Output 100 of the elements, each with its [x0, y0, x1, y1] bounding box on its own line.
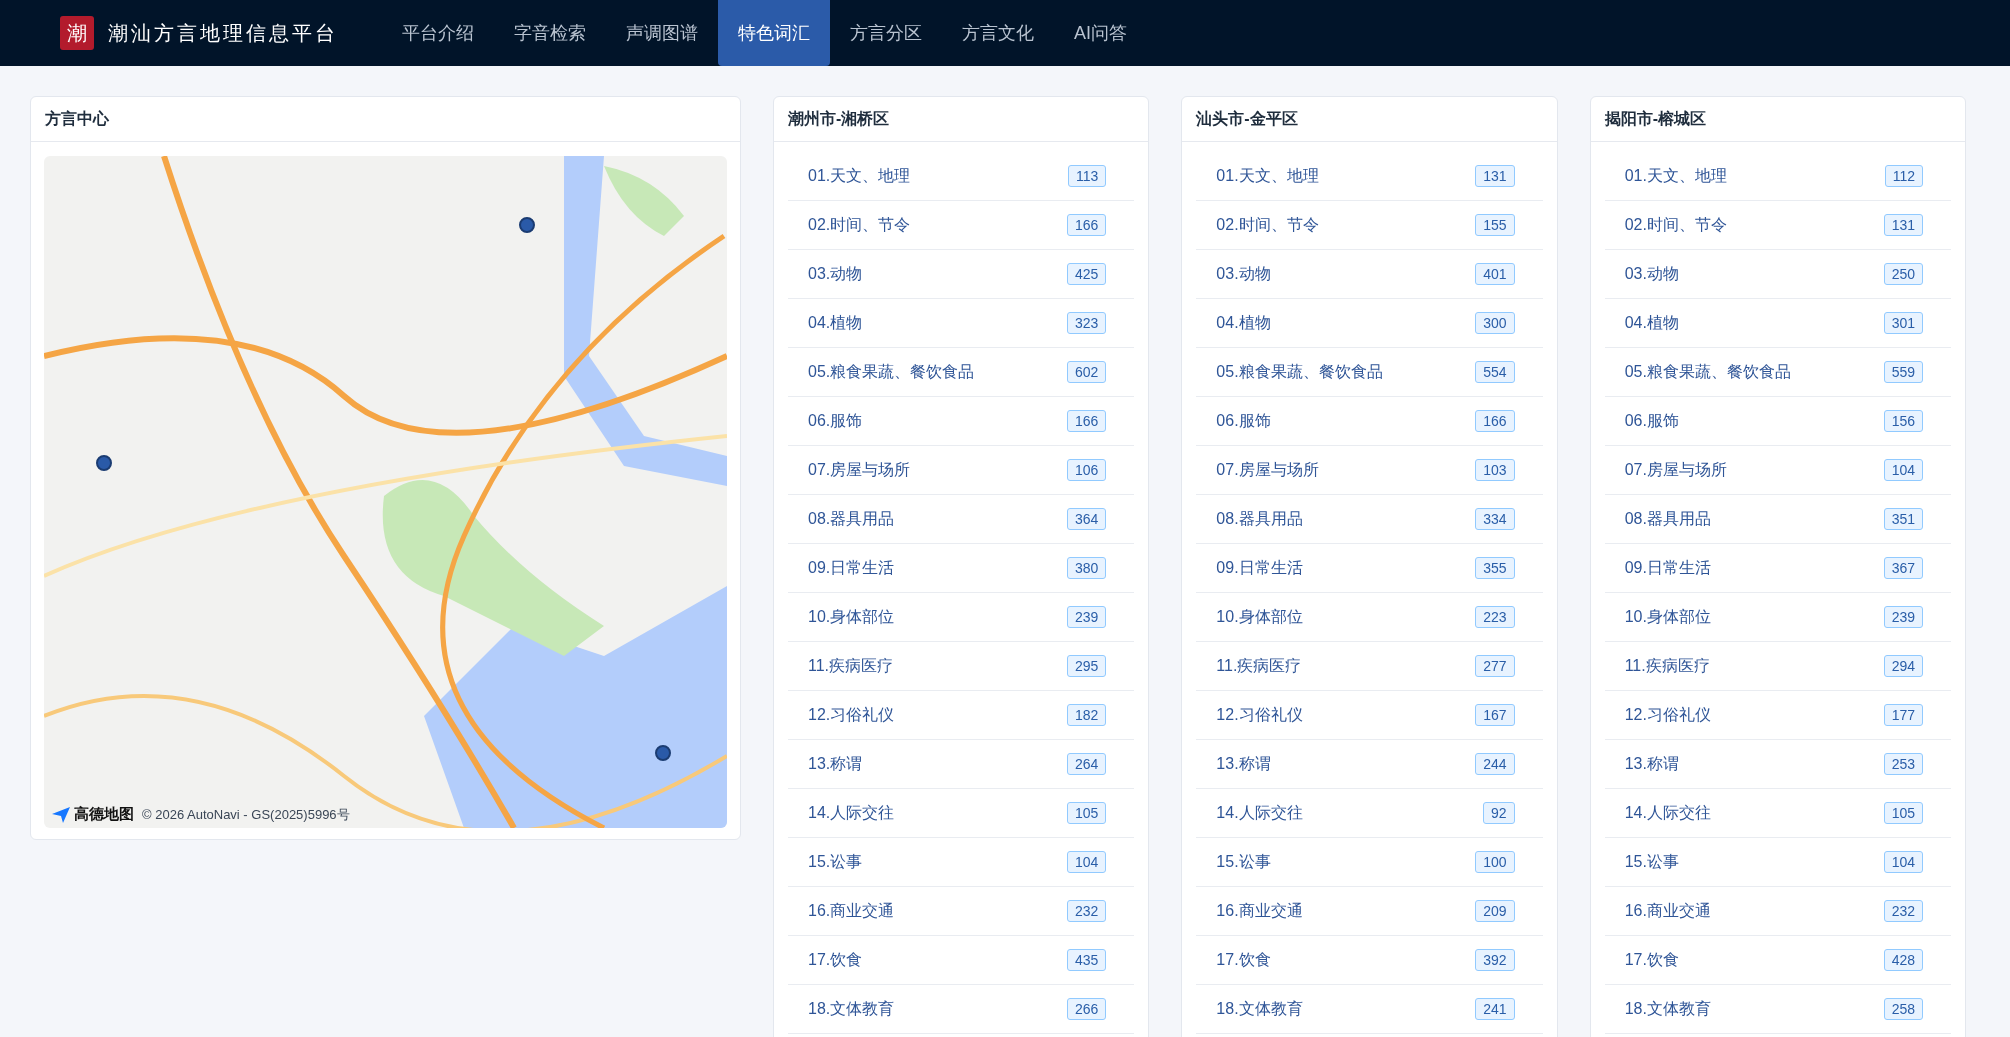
category-link[interactable]: 06.服饰 — [1624, 410, 1679, 432]
count-badge: 367 — [1883, 557, 1923, 579]
count-badge: 232 — [1066, 900, 1107, 922]
count-badge: 244 — [1475, 753, 1515, 775]
category-link[interactable]: 01.天文、地理 — [808, 165, 911, 187]
category-link[interactable]: 04.植物 — [1216, 312, 1271, 334]
count-badge: 100 — [1475, 851, 1515, 873]
category-link[interactable]: 18.文体教育 — [1216, 998, 1303, 1020]
category-link[interactable]: 12.习俗礼仪 — [1216, 704, 1303, 726]
count-badge: 355 — [1475, 557, 1515, 579]
category-link[interactable]: 08.器具用品 — [1624, 508, 1711, 530]
count-badge: 166 — [1066, 214, 1107, 236]
category-link[interactable]: 18.文体教育 — [1624, 998, 1711, 1020]
count-badge: 223 — [1475, 606, 1515, 628]
category-link[interactable]: 10.身体部位 — [808, 606, 895, 628]
category-link[interactable]: 14.人际交往 — [1216, 802, 1303, 824]
category-link[interactable]: 14.人际交往 — [808, 802, 895, 824]
count-badge: 250 — [1883, 263, 1923, 285]
category-link[interactable]: 15.讼事 — [1216, 851, 1271, 873]
category-link[interactable]: 15.讼事 — [1624, 851, 1679, 873]
category-link[interactable]: 11.疾病医疗 — [1216, 655, 1302, 677]
category-link[interactable]: 09.日常生活 — [808, 557, 895, 579]
card-title: 汕头市-金平区 — [1182, 97, 1557, 142]
count-badge: 239 — [1883, 606, 1923, 628]
count-badge: 264 — [1066, 753, 1107, 775]
count-badge: 253 — [1883, 753, 1923, 775]
map-view[interactable]: 高德地图 © 2026 AutoNavi - GS(2025)5996号 — [44, 156, 727, 828]
count-badge: 241 — [1475, 998, 1515, 1020]
count-badge: 92 — [1483, 802, 1515, 824]
category-link[interactable]: 03.动物 — [1624, 263, 1679, 285]
category-link[interactable]: 16.商业交通 — [1624, 900, 1711, 922]
category-link[interactable]: 17.饮食 — [808, 949, 863, 971]
count-badge: 351 — [1883, 508, 1923, 530]
count-badge: 104 — [1066, 851, 1107, 873]
category-link[interactable]: 09.日常生活 — [1216, 557, 1303, 579]
category-link[interactable]: 14.人际交往 — [1624, 802, 1711, 824]
map-marker-icon[interactable] — [96, 455, 112, 471]
count-badge: 155 — [1475, 214, 1515, 236]
count-badge: 112 — [1884, 165, 1923, 187]
nav-tab[interactable]: 声调图谱 — [606, 0, 718, 66]
count-badge: 104 — [1883, 851, 1923, 873]
category-link[interactable]: 02.时间、节令 — [1216, 214, 1319, 236]
category-link[interactable]: 02.时间、节令 — [1624, 214, 1727, 236]
category-link[interactable]: 15.讼事 — [808, 851, 863, 873]
count-badge: 554 — [1475, 361, 1515, 383]
count-badge: 156 — [1883, 410, 1923, 432]
category-link[interactable]: 17.饮食 — [1216, 949, 1271, 971]
count-badge: 103 — [1475, 459, 1515, 481]
nav-tab[interactable]: 方言文化 — [942, 0, 1054, 66]
count-badge: 177 — [1883, 704, 1923, 726]
count-badge: 559 — [1883, 361, 1923, 383]
nav-tab[interactable]: 平台介绍 — [382, 0, 494, 66]
category-link[interactable]: 07.房屋与场所 — [808, 459, 911, 481]
category-link[interactable]: 11.疾病医疗 — [1624, 655, 1710, 677]
count-badge: 106 — [1066, 459, 1107, 481]
count-badge: 182 — [1066, 704, 1107, 726]
category-link[interactable]: 02.时间、节令 — [808, 214, 911, 236]
category-link[interactable]: 04.植物 — [1624, 312, 1679, 334]
category-link[interactable]: 05.粮食果蔬、餐饮食品 — [808, 361, 975, 383]
card-title: 方言中心 — [31, 97, 740, 142]
category-link[interactable]: 10.身体部位 — [1216, 606, 1303, 628]
category-link[interactable]: 04.植物 — [808, 312, 863, 334]
count-badge: 380 — [1066, 557, 1107, 579]
count-badge: 166 — [1475, 410, 1515, 432]
category-link[interactable]: 03.动物 — [1216, 263, 1271, 285]
category-link[interactable]: 08.器具用品 — [1216, 508, 1303, 530]
count-badge: 300 — [1475, 312, 1515, 334]
category-link[interactable]: 07.房屋与场所 — [1624, 459, 1727, 481]
category-link[interactable]: 05.粮食果蔬、餐饮食品 — [1624, 361, 1791, 383]
category-link[interactable]: 08.器具用品 — [808, 508, 895, 530]
category-link[interactable]: 05.粮食果蔬、餐饮食品 — [1216, 361, 1383, 383]
category-link[interactable]: 18.文体教育 — [808, 998, 895, 1020]
category-link[interactable]: 12.习俗礼仪 — [1624, 704, 1711, 726]
category-link[interactable]: 16.商业交通 — [808, 900, 895, 922]
category-link[interactable]: 12.习俗礼仪 — [808, 704, 895, 726]
category-link[interactable]: 06.服饰 — [1216, 410, 1271, 432]
map-marker-icon[interactable] — [519, 217, 535, 233]
category-link[interactable]: 13.称谓 — [1624, 753, 1679, 775]
category-link[interactable]: 11.疾病医疗 — [808, 655, 894, 677]
nav-tab[interactable]: AI问答 — [1054, 0, 1147, 66]
category-link[interactable]: 10.身体部位 — [1624, 606, 1711, 628]
count-badge: 334 — [1475, 508, 1515, 530]
category-link[interactable]: 01.天文、地理 — [1216, 165, 1319, 187]
category-link[interactable]: 16.商业交通 — [1216, 900, 1303, 922]
category-link[interactable]: 01.天文、地理 — [1624, 165, 1727, 187]
category-link[interactable]: 07.房屋与场所 — [1216, 459, 1319, 481]
count-badge: 105 — [1883, 802, 1923, 824]
nav-tab[interactable]: 字音检索 — [494, 0, 606, 66]
category-link[interactable]: 09.日常生活 — [1624, 557, 1711, 579]
category-link[interactable]: 13.称谓 — [808, 753, 863, 775]
count-badge: 428 — [1883, 949, 1923, 971]
map-logo: 高德地图 — [74, 805, 134, 824]
nav-tab[interactable]: 特色词汇 — [718, 0, 830, 66]
count-badge: 258 — [1883, 998, 1923, 1020]
category-link[interactable]: 03.动物 — [808, 263, 863, 285]
category-link[interactable]: 13.称谓 — [1216, 753, 1271, 775]
nav-tab[interactable]: 方言分区 — [830, 0, 942, 66]
category-link[interactable]: 17.饮食 — [1624, 949, 1679, 971]
logo-badge: 潮 — [60, 16, 94, 50]
category-link[interactable]: 06.服饰 — [808, 410, 863, 432]
